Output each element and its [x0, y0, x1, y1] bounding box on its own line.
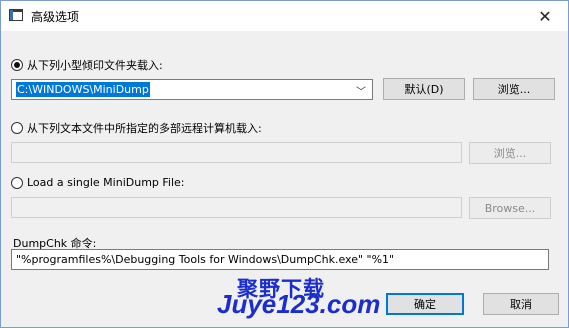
default-button[interactable]: 默认(D) [383, 78, 465, 100]
ok-button[interactable]: 确定 [386, 293, 464, 315]
watermark-url: Juye123.com [217, 289, 381, 319]
browse-single-button[interactable]: Browse... [469, 197, 551, 219]
window-app-icon [9, 9, 23, 21]
command-input[interactable]: "%programfiles%\Debugging Tools for Wind… [11, 249, 549, 270]
folder-path-value[interactable]: C:\WINDOWS\MiniDump [16, 82, 150, 97]
radio-folder[interactable] [11, 59, 23, 71]
radio-single-label: Load a single MiniDump File: [27, 176, 185, 189]
remote-list-field[interactable] [11, 142, 462, 163]
folder-path-combo[interactable]: C:\WINDOWS\MiniDump ﹀ [11, 79, 373, 100]
radio-folder-label: 从下列小型倾印文件夹载入: [27, 59, 163, 72]
chevron-down-icon[interactable]: ﹀ [356, 83, 366, 98]
browse-remote-button[interactable]: 浏览... [469, 142, 551, 164]
single-file-field[interactable] [11, 197, 462, 218]
radio-folder-option[interactable]: 从下列小型倾印文件夹载入: [11, 57, 163, 73]
radio-single-option[interactable]: Load a single MiniDump File: [11, 176, 185, 189]
dialog-window: 高级选项 ✕ 从下列小型倾印文件夹载入: C:\WINDOWS\MiniDump… [0, 0, 569, 328]
radio-remote-option[interactable]: 从下列文本文件中所指定的多部远程计算机载入: [11, 120, 262, 136]
window-title: 高级选项 [31, 10, 80, 24]
command-value: "%programfiles%\Debugging Tools for Wind… [16, 253, 395, 266]
radio-single[interactable] [11, 176, 23, 189]
close-icon[interactable]: ✕ [522, 1, 568, 31]
browse-folder-button[interactable]: 浏览... [473, 78, 555, 100]
title-bar[interactable]: 高级选项 ✕ [1, 1, 568, 31]
radio-remote-label: 从下列文本文件中所指定的多部远程计算机载入: [27, 122, 262, 135]
cancel-button[interactable]: 取消 [483, 293, 559, 315]
radio-remote[interactable] [11, 122, 23, 134]
